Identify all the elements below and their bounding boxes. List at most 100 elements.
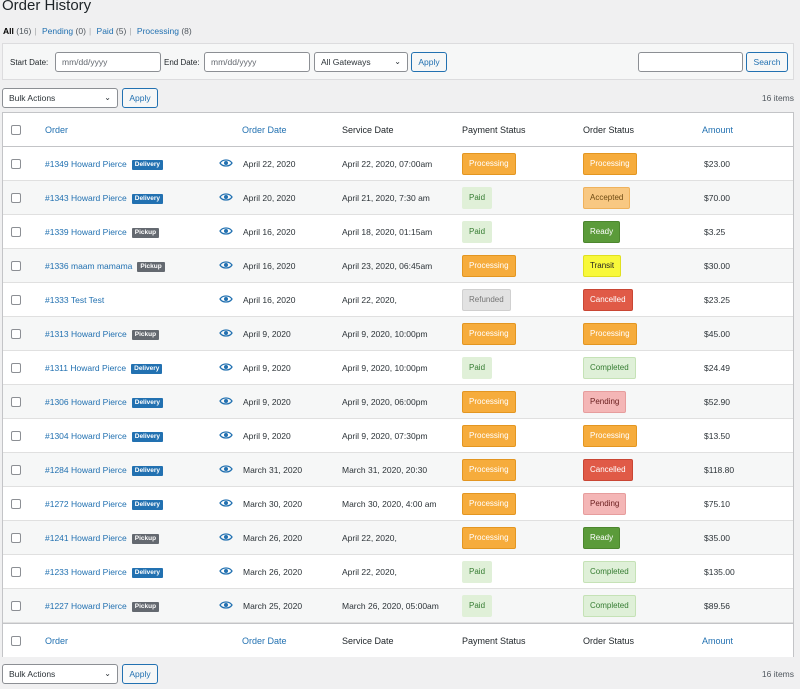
fulfillment-type-badge: Pickup (131, 227, 160, 238)
search-input[interactable] (638, 52, 743, 72)
order-link[interactable]: #1339 Howard Pierce (45, 227, 127, 237)
order-link[interactable]: #1349 Howard Pierce (45, 159, 127, 169)
order-link[interactable]: #1313 Howard Pierce (45, 329, 127, 339)
order-cell: #1339 Howard Pierce Pickup (45, 215, 160, 249)
row-checkbox[interactable] (11, 431, 21, 441)
row-checkbox[interactable] (11, 227, 21, 237)
order-cell: #1241 Howard Pierce Pickup (45, 521, 160, 555)
column-amount[interactable]: Amount (702, 113, 733, 147)
fulfillment-type-badge: Pickup (131, 601, 160, 612)
column-order-date[interactable]: Order Date (242, 624, 287, 658)
order-date-cell: March 31, 2020 (243, 465, 303, 475)
items-count-bottom: 16 items (761, 669, 794, 679)
view-paid[interactable]: Paid (5) (97, 26, 127, 36)
row-checkbox[interactable] (11, 329, 21, 339)
order-date-cell: March 25, 2020 (243, 601, 303, 611)
view-processing[interactable]: Processing (8) (137, 26, 192, 36)
bulk-apply-button-bottom[interactable]: Apply (122, 664, 158, 684)
table-row: #1349 Howard Pierce Delivery April 22, 202… (3, 147, 793, 181)
end-date-label: End Date: (164, 58, 200, 67)
fulfillment-type-badge: Delivery (131, 159, 164, 170)
gateway-select[interactable]: All Gateways ⌄ (314, 52, 408, 72)
service-date-cell: April 22, 2020, 07:00am (342, 159, 433, 169)
eye-icon[interactable] (219, 192, 233, 202)
row-checkbox[interactable] (11, 465, 21, 475)
order-link[interactable]: #1233 Howard Pierce (45, 567, 127, 577)
table-row: #1339 Howard Pierce Pickup April 16, 2020 A… (3, 215, 793, 249)
eye-icon[interactable] (219, 362, 233, 372)
order-link[interactable]: #1241 Howard Pierce (45, 533, 127, 543)
order-link[interactable]: #1227 Howard Pierce (45, 601, 127, 611)
row-checkbox[interactable] (11, 193, 21, 203)
select-all-checkbox[interactable] (11, 125, 21, 135)
service-date-cell: March 26, 2020, 05:00am (342, 601, 439, 611)
eye-icon[interactable] (219, 600, 233, 610)
eye-icon[interactable] (219, 226, 233, 236)
eye-icon[interactable] (219, 532, 233, 542)
search-button[interactable]: Search (746, 52, 788, 72)
order-link[interactable]: #1272 Howard Pierce (45, 499, 127, 509)
eye-icon[interactable] (219, 498, 233, 508)
order-link[interactable]: #1336 maam mamama (45, 261, 132, 271)
select-all-checkbox-footer[interactable] (11, 636, 21, 646)
view-all[interactable]: All (16) (3, 26, 31, 36)
eye-icon[interactable] (219, 260, 233, 270)
end-date-input[interactable]: mm/dd/yyyy (204, 52, 310, 72)
row-checkbox[interactable] (11, 261, 21, 271)
order-cell: #1306 Howard Pierce Delivery (45, 385, 164, 419)
order-status-badge: Completed (583, 595, 636, 617)
view-filters: All (16) | Pending (0) | Paid (5) | Process… (3, 26, 192, 36)
view-pending[interactable]: Pending (0) (42, 26, 86, 36)
row-checkbox[interactable] (11, 499, 21, 509)
fulfillment-type-badge: Delivery (131, 567, 164, 578)
row-checkbox[interactable] (11, 363, 21, 373)
column-amount[interactable]: Amount (702, 624, 733, 658)
order-status-badge: Ready (583, 527, 621, 549)
bulk-actions-value: Bulk Actions (9, 93, 56, 103)
amount-cell: $30.00 (704, 261, 730, 271)
eye-icon[interactable] (219, 294, 233, 304)
bulk-actions-select-bottom[interactable]: Bulk Actions ⌄ (2, 664, 118, 684)
bulk-apply-button-top[interactable]: Apply (122, 88, 158, 108)
order-link[interactable]: #1333 Test Test (45, 295, 104, 305)
row-checkbox[interactable] (11, 567, 21, 577)
row-checkbox[interactable] (11, 159, 21, 169)
row-checkbox[interactable] (11, 295, 21, 305)
table-header: Order Order Date Service Date Payment St… (3, 113, 793, 147)
row-checkbox[interactable] (11, 397, 21, 407)
service-date-cell: April 9, 2020, 07:30pm (342, 431, 428, 441)
eye-icon[interactable] (219, 566, 233, 576)
column-order[interactable]: Order (45, 624, 68, 658)
date-filter-bar: Start Date: mm/dd/yyyy End Date: mm/dd/y… (2, 43, 794, 80)
row-checkbox[interactable] (11, 601, 21, 611)
order-link[interactable]: #1343 Howard Pierce (45, 193, 127, 203)
start-date-input[interactable]: mm/dd/yyyy (55, 52, 161, 72)
orders-table: Order Order Date Service Date Payment St… (2, 112, 794, 657)
order-status-badge: Processing (583, 323, 637, 345)
fulfillment-type-badge: Delivery (131, 499, 164, 510)
column-order-status: Order Status (583, 636, 635, 646)
eye-icon[interactable] (219, 464, 233, 474)
column-order[interactable]: Order (45, 113, 68, 147)
eye-icon[interactable] (219, 158, 233, 168)
order-cell: #1272 Howard Pierce Delivery (45, 487, 164, 521)
order-status-badge: Cancelled (583, 289, 633, 311)
order-date-cell: April 16, 2020 (243, 227, 296, 237)
column-order-date[interactable]: Order Date (242, 113, 287, 147)
order-link[interactable]: #1284 Howard Pierce (45, 465, 127, 475)
table-row: #1241 Howard Pierce Pickup March 26, 2020 A… (3, 521, 793, 555)
bulk-actions-select-top[interactable]: Bulk Actions ⌄ (2, 88, 118, 108)
order-link[interactable]: #1311 Howard Pierce (45, 363, 126, 373)
filter-apply-button[interactable]: Apply (411, 52, 447, 72)
order-link[interactable]: #1306 Howard Pierce (45, 397, 127, 407)
order-cell: #1304 Howard Pierce Delivery (45, 419, 164, 453)
row-checkbox[interactable] (11, 533, 21, 543)
gateway-select-value: All Gateways (321, 57, 371, 67)
table-row: #1304 Howard Pierce Delivery April 9, 2020… (3, 419, 793, 453)
table-row: #1311 Howard Pierce Delivery April 9, 2020… (3, 351, 793, 385)
order-link[interactable]: #1304 Howard Pierce (45, 431, 127, 441)
eye-icon[interactable] (219, 396, 233, 406)
eye-icon[interactable] (219, 430, 233, 440)
eye-icon[interactable] (219, 328, 233, 338)
service-date-cell: April 23, 2020, 06:45am (342, 261, 433, 271)
